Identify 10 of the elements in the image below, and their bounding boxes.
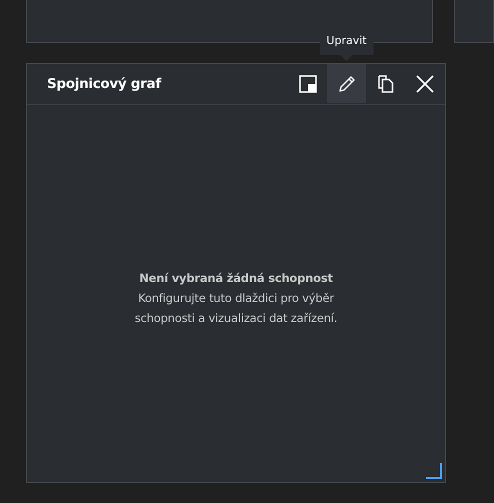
tile-card xyxy=(454,0,494,43)
resize-icon xyxy=(298,74,316,92)
empty-state-message: Konfigurujte tuto dlaždici pro výběr schopnosti a vizualizaci dat zařízení. xyxy=(134,290,338,326)
copy-icon xyxy=(378,74,394,92)
edit-button[interactable] xyxy=(327,64,366,103)
resize-handle-icon[interactable] xyxy=(426,463,442,479)
close-icon xyxy=(416,74,434,92)
pencil-icon xyxy=(338,74,356,92)
tile-title: Spojnicový graf xyxy=(47,76,162,92)
empty-state-heading: Není vybraná žádná schopnost xyxy=(138,270,334,286)
